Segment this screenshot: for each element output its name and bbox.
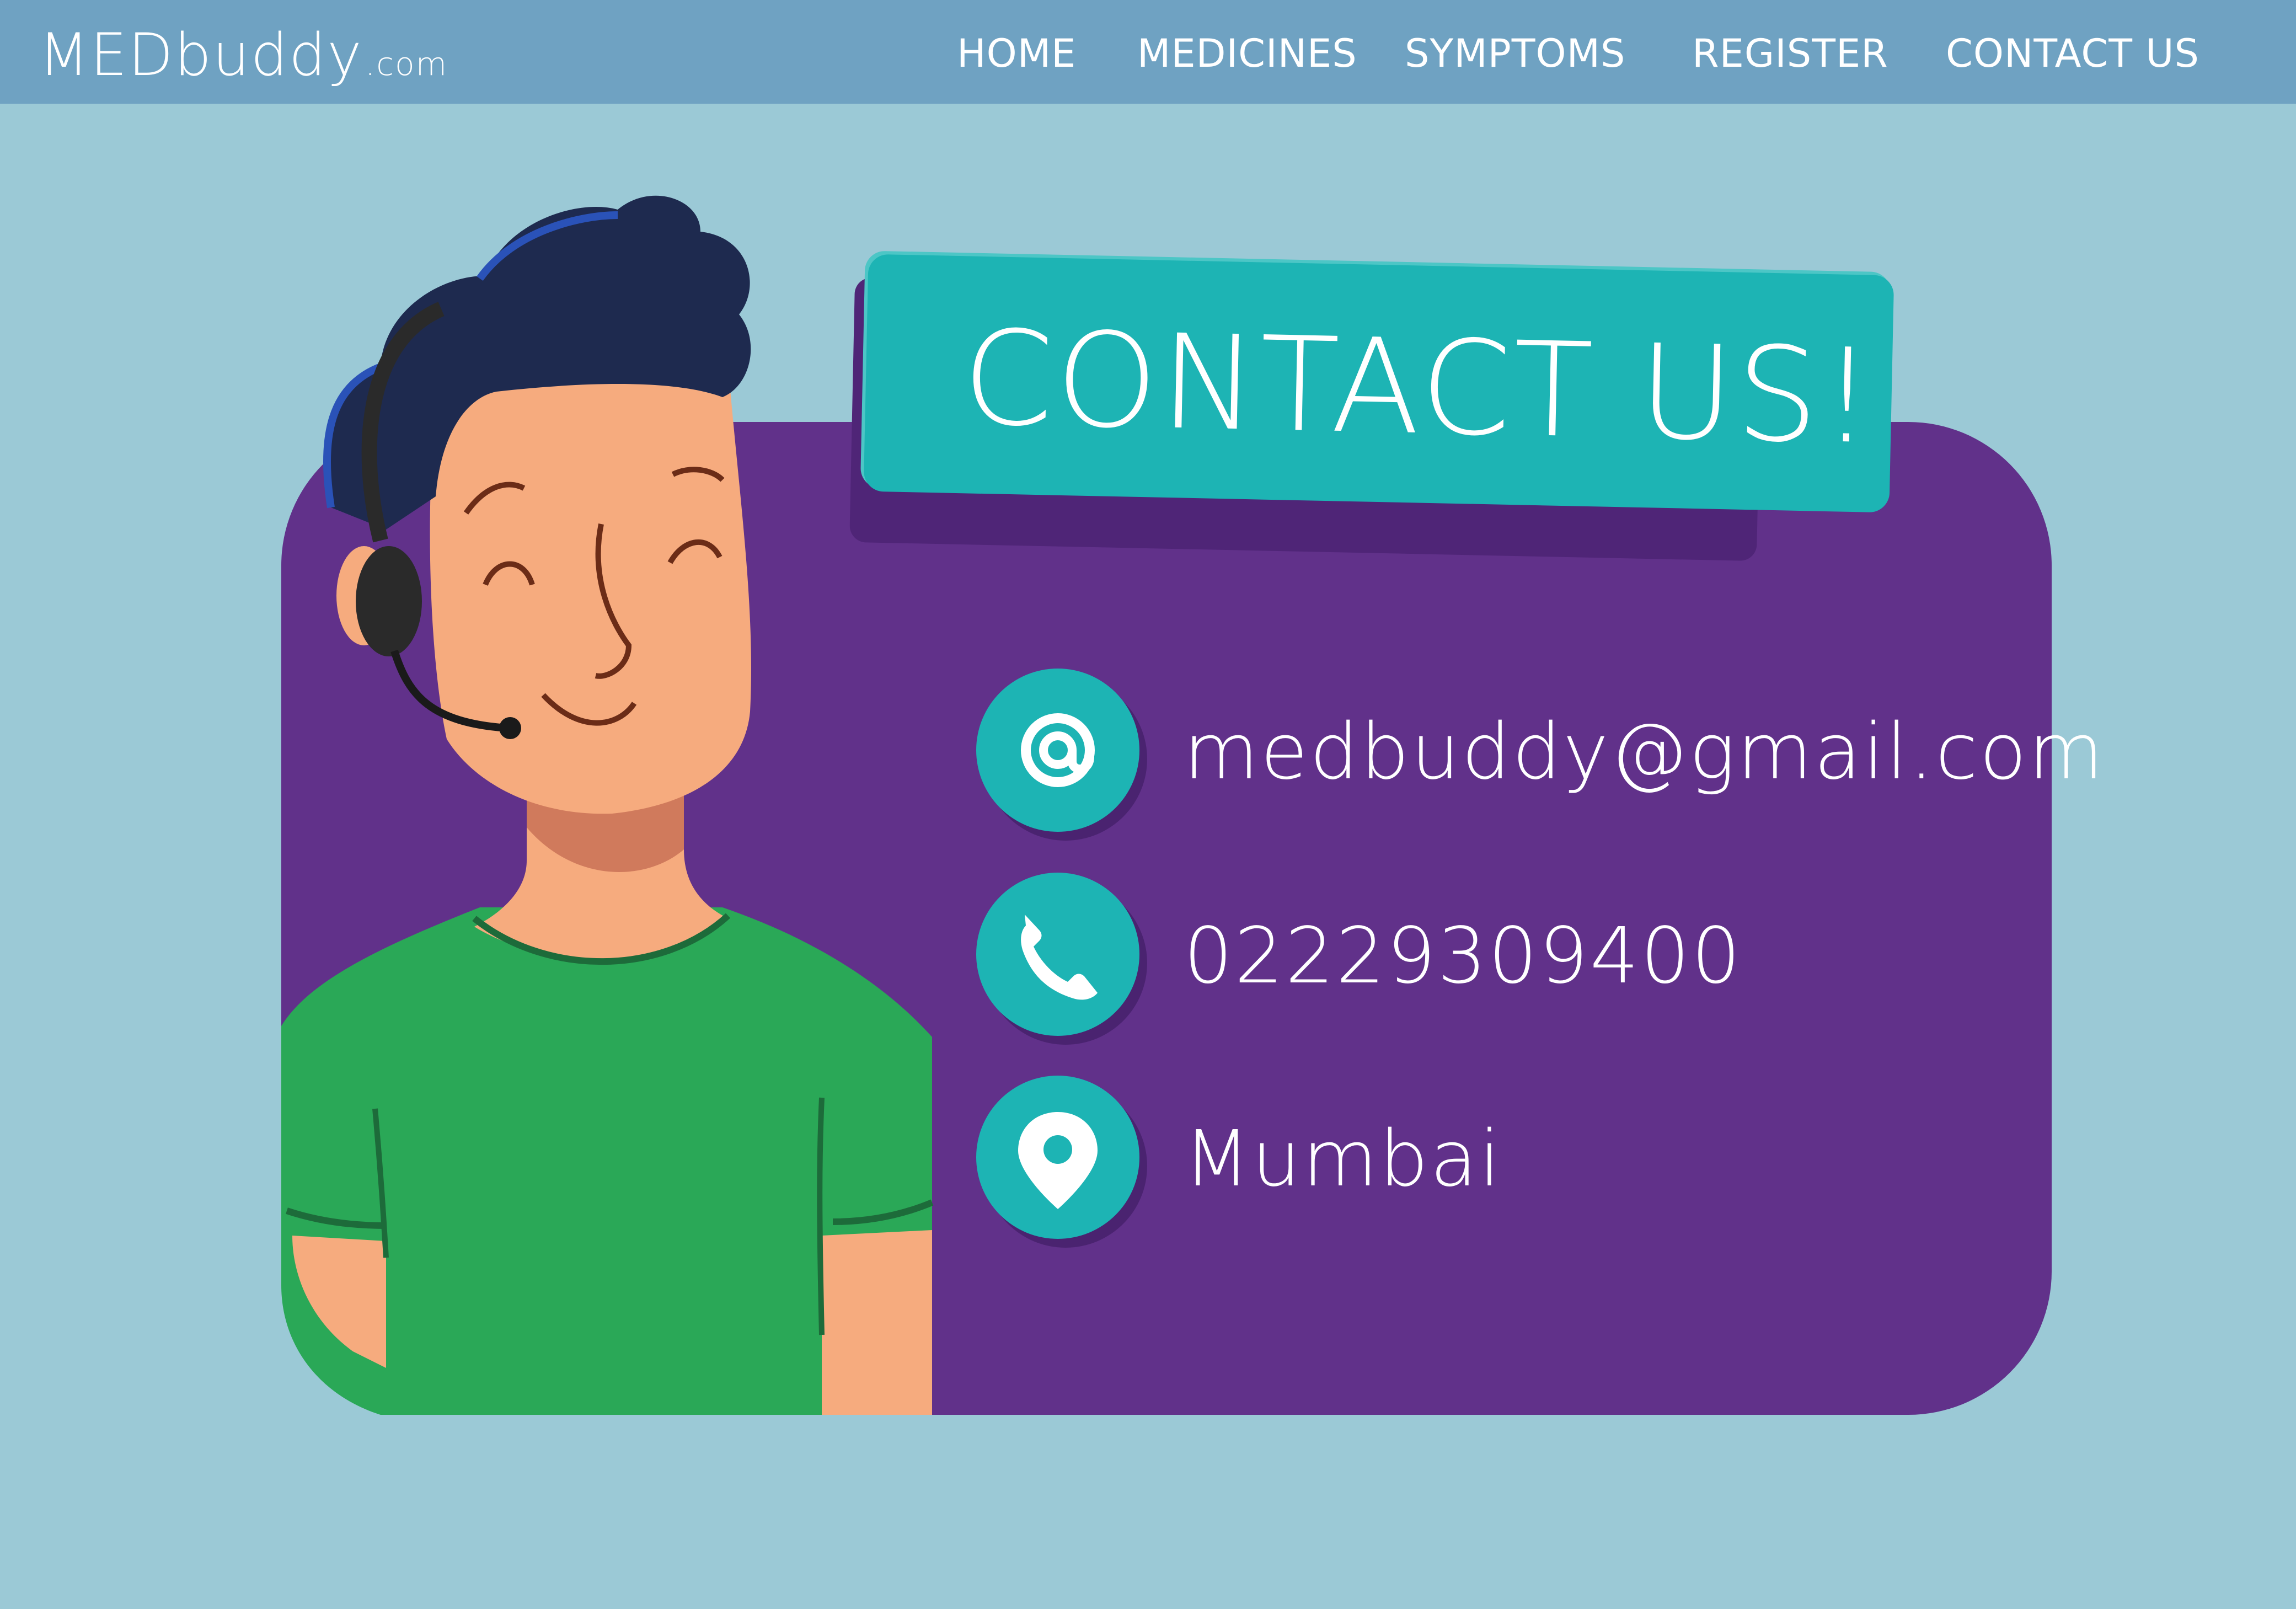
phone-icon bbox=[976, 873, 1139, 1036]
email-text[interactable]: medbuddy@gmail.com bbox=[1184, 707, 2105, 797]
phone-text[interactable]: 02229309400 bbox=[1184, 911, 1742, 1001]
phone-row[interactable]: 02229309400 bbox=[976, 873, 2024, 1038]
email-row[interactable]: medbuddy@gmail.com bbox=[976, 669, 2104, 834]
location-text[interactable]: Mumbai bbox=[1184, 1114, 1502, 1204]
location-row[interactable]: Mumbai bbox=[976, 1076, 2024, 1241]
location-pin-icon bbox=[976, 1076, 1139, 1239]
at-icon bbox=[976, 669, 1139, 832]
